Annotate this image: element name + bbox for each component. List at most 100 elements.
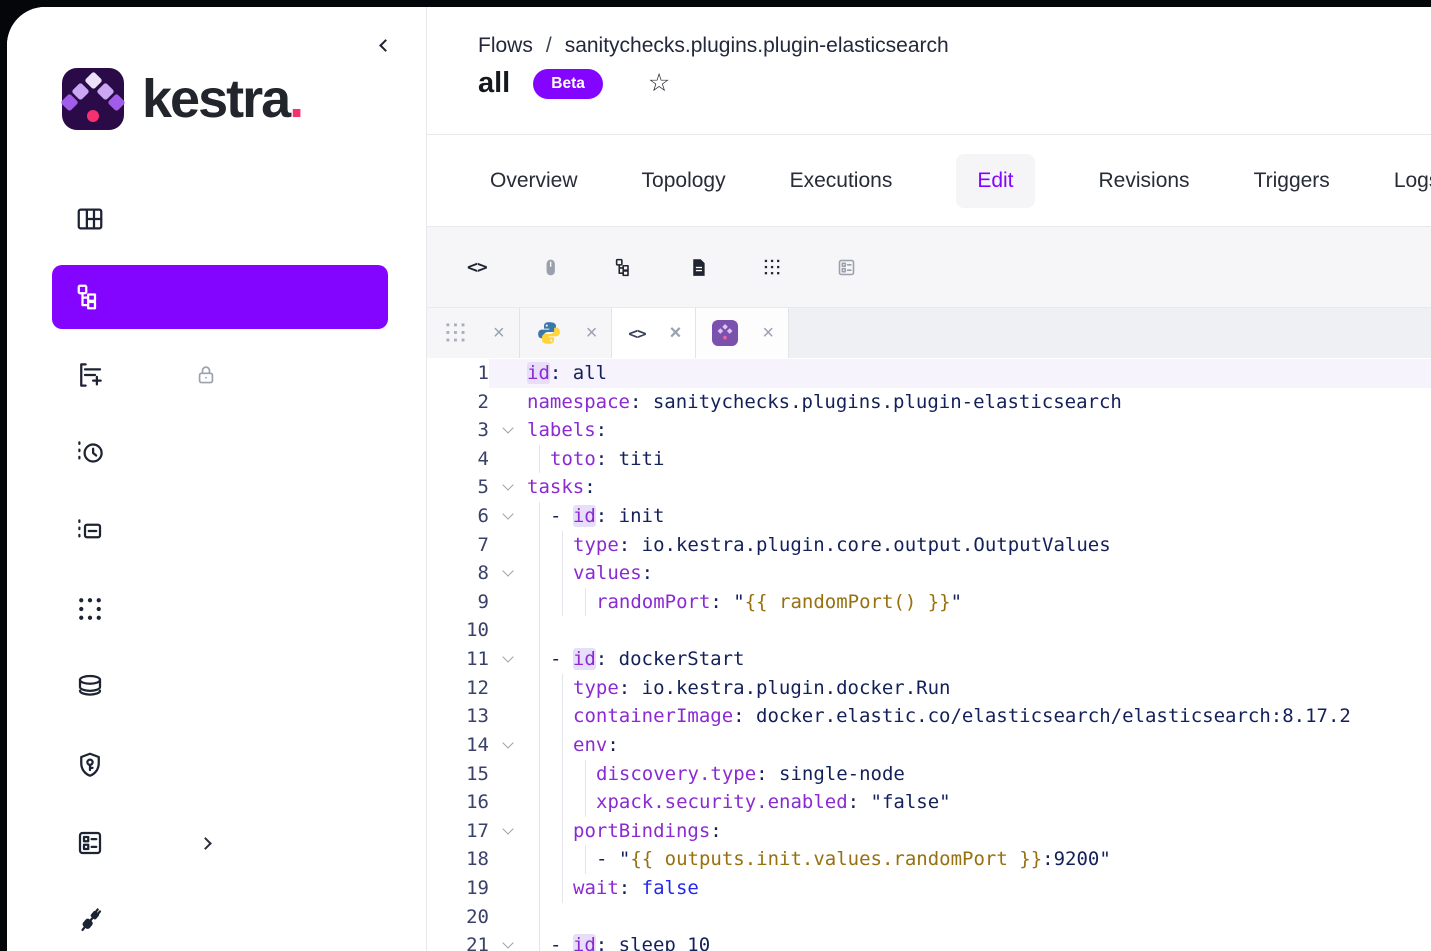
breadcrumb-namespace-link[interactable]: sanitychecks.plugins.plugin-elasticsearc… — [565, 34, 949, 58]
breadcrumb-flows-link[interactable]: Flows — [478, 34, 533, 58]
toolbar-topology-button[interactable] — [614, 257, 646, 278]
tab-revisions[interactable]: Revisions — [1099, 169, 1190, 193]
editor-tab-io-py[interactable]: × — [520, 308, 613, 358]
editor-toolbar: <> — [427, 226, 1431, 308]
page-header: Flows / sanitychecks.plugins.plugin-elas… — [427, 7, 1431, 134]
tab-executions[interactable]: Executions — [790, 169, 893, 193]
fold-gutter — [489, 388, 527, 417]
code-line-13: 13containerImage: docker.elastic.co/elas… — [427, 702, 1431, 731]
line-number: 4 — [427, 445, 489, 474]
sidebar-item-apps[interactable] — [52, 336, 388, 414]
fold-gutter — [489, 588, 527, 617]
kestra-logo-icon — [62, 68, 124, 130]
fold-gutter — [489, 874, 527, 903]
sidebar-item-flows[interactable] — [52, 258, 388, 336]
fold-gutter — [489, 903, 527, 932]
beta-badge: Beta — [533, 69, 603, 99]
toolbar-flow-code-button[interactable]: <> — [467, 257, 498, 278]
code-text: labels: — [527, 416, 1431, 445]
close-icon[interactable]: × — [586, 322, 598, 345]
code-line-21: 21- id: sleep_10 — [427, 931, 1431, 951]
python-icon — [536, 320, 562, 346]
sidebar-item-logs[interactable] — [52, 492, 388, 570]
fold-chevron-icon[interactable] — [489, 502, 527, 531]
code-line-6: 6 - id: init — [427, 502, 1431, 531]
line-number: 12 — [427, 674, 489, 703]
kestra-logo[interactable]: kestra. — [62, 68, 426, 130]
code-text: portBindings: — [527, 817, 1431, 846]
code-line-11: 11- id: dockerStart — [427, 645, 1431, 674]
fold-gutter — [489, 760, 527, 789]
code-line-18: 18- "{{ outputs.init.values.randomPort }… — [427, 845, 1431, 874]
code-line-16: 16xpack.security.enabled: "false" — [427, 788, 1431, 817]
editor-tab-files[interactable]: × — [427, 308, 520, 358]
code-text: values: — [527, 559, 1431, 588]
sidebar-item-kv-store[interactable] — [52, 648, 388, 726]
code-text — [527, 903, 1431, 932]
editor-tab-flow-code[interactable]: <>× — [612, 308, 696, 358]
chevron-right-icon — [199, 837, 212, 850]
sidebar-item-blueprints[interactable] — [52, 804, 388, 882]
code-text: randomPort: "{{ randomPort() }}" — [527, 588, 1431, 617]
toolbar-files-button[interactable] — [762, 257, 794, 278]
sidebar-item-secrets[interactable] — [52, 726, 388, 804]
fold-chevron-icon[interactable] — [489, 416, 527, 445]
fold-chevron-icon[interactable] — [489, 559, 527, 588]
line-number: 14 — [427, 731, 489, 760]
code-editor[interactable]: 1id: all2namespace: sanitychecks.plugins… — [427, 358, 1431, 951]
code-text: discovery.type: single-node — [527, 760, 1431, 789]
tab-triggers[interactable]: Triggers — [1254, 169, 1330, 193]
fold-gutter — [489, 616, 527, 645]
code-line-17: 17portBindings: — [427, 817, 1431, 846]
code-text: tasks: — [527, 473, 1431, 502]
line-number: 21 — [427, 931, 489, 951]
fold-gutter — [489, 674, 527, 703]
code-line-12: 12 type: io.kestra.plugin.docker.Run — [427, 674, 1431, 703]
fold-chevron-icon[interactable] — [489, 731, 527, 760]
fold-gutter — [489, 445, 527, 474]
line-number: 6 — [427, 502, 489, 531]
tab-overview[interactable]: Overview — [490, 169, 578, 193]
tab-logs[interactable]: Logs — [1394, 169, 1431, 193]
close-icon[interactable]: × — [762, 322, 774, 345]
breadcrumb-separator: / — [546, 34, 552, 58]
code-line-19: 19wait: false — [427, 874, 1431, 903]
blueprints-icon — [75, 828, 105, 858]
editor-file-tabs: ××<>×× — [427, 308, 1431, 358]
tab-topology[interactable]: Topology — [642, 169, 726, 193]
fold-gutter — [489, 788, 527, 817]
toolbar-no-code-button[interactable] — [540, 257, 572, 278]
code-text: - id: init — [527, 502, 1431, 531]
sidebar-item-namespaces[interactable] — [52, 570, 388, 648]
sidebar-item-plugins[interactable] — [52, 882, 388, 951]
code-line-15: 15 discovery.type: single-node — [427, 760, 1431, 789]
toolbar-blueprints-button[interactable] — [836, 257, 868, 278]
code-text: type: io.kestra.plugin.docker.Run — [527, 674, 1431, 703]
editor-tab-reqr[interactable]: × — [696, 308, 789, 358]
code-text: wait: false — [527, 874, 1431, 903]
secrets-icon — [75, 750, 105, 780]
code-line-8: 8values: — [427, 559, 1431, 588]
close-icon[interactable]: × — [670, 322, 682, 345]
line-number: 3 — [427, 416, 489, 445]
tab-edit[interactable]: Edit — [956, 154, 1034, 208]
sidebar-item-executions[interactable] — [52, 414, 388, 492]
code-line-5: 5tasks: — [427, 473, 1431, 502]
namespaces-icon — [75, 594, 105, 624]
line-number: 20 — [427, 903, 489, 932]
breadcrumb: Flows / sanitychecks.plugins.plugin-elas… — [478, 34, 1431, 58]
line-number: 15 — [427, 760, 489, 789]
fold-chevron-icon[interactable] — [489, 931, 527, 951]
close-icon[interactable]: × — [493, 322, 505, 345]
dots-grid-icon — [443, 320, 469, 346]
fold-chevron-icon[interactable] — [489, 473, 527, 502]
fold-chevron-icon[interactable] — [489, 817, 527, 846]
favorite-star-icon[interactable]: ☆ — [648, 71, 670, 96]
dots-grid-icon — [762, 257, 783, 278]
fold-chevron-icon[interactable] — [489, 645, 527, 674]
code-text: id: all — [527, 359, 1431, 388]
toolbar-documentation-button[interactable] — [688, 257, 720, 278]
sidebar-item-dashboards[interactable] — [52, 180, 388, 258]
app-window: kestra. Flows / sanitychecks.plugins.plu… — [7, 7, 1431, 951]
sidebar-collapse-button[interactable] — [376, 37, 394, 55]
